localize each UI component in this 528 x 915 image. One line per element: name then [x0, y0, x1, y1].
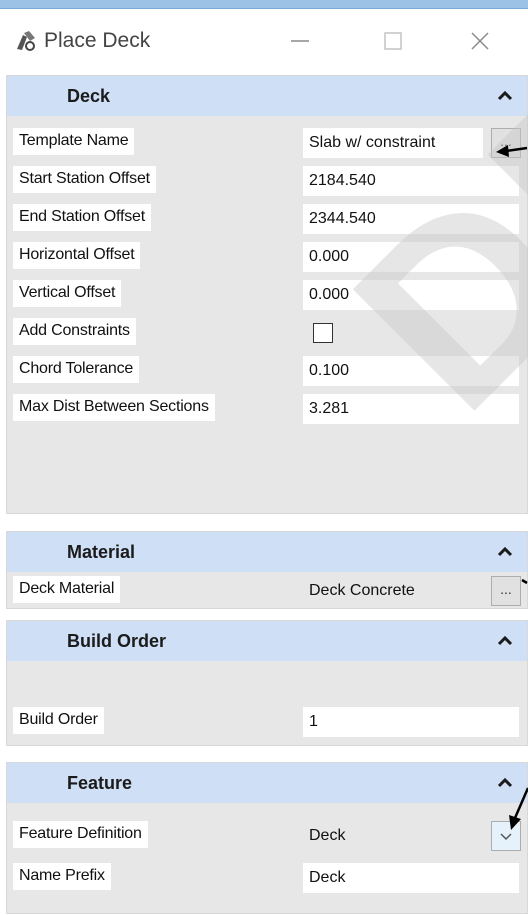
title-bar[interactable]: Place Deck: [0, 9, 528, 73]
close-icon: [471, 32, 489, 50]
deck-section-title: Deck: [67, 85, 111, 106]
chevron-up-icon[interactable]: [495, 542, 515, 562]
build-order-section-header[interactable]: Build Order: [7, 621, 527, 661]
chord-tolerance-field[interactable]: 0.100: [303, 356, 519, 386]
vertical-offset-field[interactable]: 0.000: [303, 280, 519, 310]
window-title: Place Deck: [44, 29, 151, 52]
build-order-section-title: Build Order: [67, 630, 167, 651]
feature-section-header[interactable]: Feature: [7, 763, 527, 803]
build-order-label: Build Order: [13, 707, 104, 734]
window-top-strip: [0, 0, 528, 9]
feature-definition-value[interactable]: Deck: [303, 821, 483, 851]
minimize-icon: [291, 40, 309, 42]
feature-panel: Feature Feature Definition Deck Name Pre…: [6, 762, 528, 914]
deck-material-row: Deck Material Deck Concrete ...: [7, 572, 527, 610]
material-section-header[interactable]: Material: [7, 532, 527, 572]
deck-panel: Deck Template Name Slab w/ constraint ..…: [6, 75, 528, 514]
vertical-offset-label: Vertical Offset: [13, 280, 122, 307]
place-deck-icon: [17, 31, 35, 51]
end-station-offset-label: End Station Offset: [13, 204, 151, 231]
chevron-up-icon[interactable]: [495, 773, 515, 793]
minimize-button[interactable]: [280, 23, 320, 59]
chevron-up-icon[interactable]: [495, 86, 515, 106]
chord-tolerance-row: Chord Tolerance 0.100: [7, 352, 527, 390]
feature-definition-row: Feature Definition Deck: [7, 817, 527, 855]
add-constraints-checkbox[interactable]: [313, 323, 333, 343]
deck-material-value: Deck Concrete: [309, 582, 415, 599]
build-order-field[interactable]: 1: [303, 707, 519, 737]
template-name-field[interactable]: Slab w/ constraint: [303, 128, 483, 158]
max-dist-label: Max Dist Between Sections: [13, 394, 215, 421]
feature-definition-label: Feature Definition: [13, 821, 148, 848]
chord-tolerance-label: Chord Tolerance: [13, 356, 140, 383]
max-dist-field[interactable]: 3.281: [303, 394, 519, 424]
max-dist-row: Max Dist Between Sections 3.281: [7, 390, 527, 428]
end-station-offset-row: End Station Offset 2344.540: [7, 200, 527, 238]
end-station-offset-field[interactable]: 2344.540: [303, 204, 519, 234]
start-station-offset-field[interactable]: 2184.540: [303, 166, 519, 196]
template-name-label: Template Name: [13, 128, 135, 155]
build-order-panel: Build Order Build Order 1: [6, 620, 528, 746]
deck-section-header[interactable]: Deck: [7, 76, 527, 116]
horizontal-offset-label: Horizontal Offset: [13, 242, 141, 269]
name-prefix-row: Name Prefix Deck: [7, 859, 527, 897]
horizontal-offset-row: Horizontal Offset 0.000: [7, 238, 527, 276]
chevron-down-icon: [500, 833, 512, 841]
maximize-icon: [384, 32, 402, 50]
material-browse-button[interactable]: ...: [491, 576, 521, 606]
vertical-offset-row: Vertical Offset 0.000: [7, 276, 527, 314]
feature-definition-dropdown[interactable]: [491, 821, 521, 851]
template-name-row: Template Name Slab w/ constraint ...: [7, 124, 527, 162]
chevron-up-icon[interactable]: [495, 631, 515, 651]
add-constraints-label: Add Constraints: [13, 318, 136, 345]
build-order-row: Build Order 1: [7, 703, 527, 741]
deck-material-label: Deck Material: [13, 576, 121, 603]
material-panel: Material Deck Material Deck Concrete ...: [6, 531, 528, 609]
feature-section-title: Feature: [67, 772, 133, 793]
template-browse-button[interactable]: ...: [491, 128, 521, 158]
maximize-button[interactable]: [373, 23, 413, 59]
close-button[interactable]: [460, 23, 500, 59]
add-constraints-row: Add Constraints: [7, 314, 527, 352]
start-station-offset-row: Start Station Offset 2184.540: [7, 162, 527, 200]
start-station-offset-label: Start Station Offset: [13, 166, 156, 193]
horizontal-offset-field[interactable]: 0.000: [303, 242, 519, 272]
name-prefix-field[interactable]: Deck: [303, 863, 519, 893]
material-section-title: Material: [67, 541, 136, 562]
name-prefix-label: Name Prefix: [13, 863, 111, 890]
